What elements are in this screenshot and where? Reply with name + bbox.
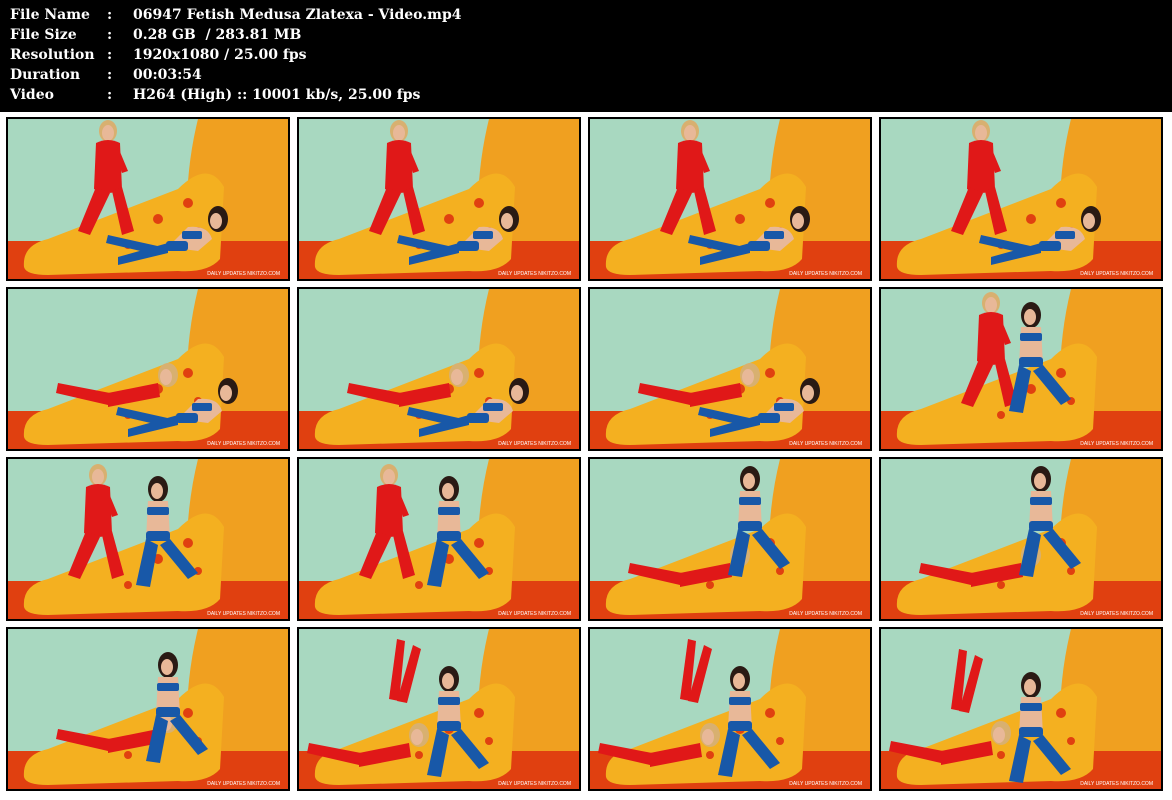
info-row-video: Video : H264 (High) :: 10001 kb/s, 25.00… (10, 85, 420, 105)
file-size-value: 0.28 GB / 283.81 MB (133, 27, 302, 43)
watermark-text: DAILY UPDATES NIKITZO.COM (498, 441, 571, 447)
video-frame-thumbnail: DAILY UPDATES NIKITZO.COM (297, 287, 581, 451)
thumbnail-scene: DAILY UPDATES NIKITZO.COM (8, 459, 288, 619)
video-frame-thumbnail: DAILY UPDATES NIKITZO.COM (879, 117, 1163, 281)
watermark-text: DAILY UPDATES NIKITZO.COM (207, 441, 280, 447)
thumbnail-image: DAILY UPDATES NIKITZO.COM (881, 629, 1161, 789)
info-row-resolution: Resolution : 1920x1080 / 25.00 fps (10, 45, 307, 65)
info-row-file-size: File Size : 0.28 GB / 283.81 MB (10, 25, 301, 45)
video-frame-thumbnail: DAILY UPDATES NIKITZO.COM (297, 457, 581, 621)
watermark-text: DAILY UPDATES NIKITZO.COM (1080, 271, 1153, 277)
thumbnail-scene: DAILY UPDATES NIKITZO.COM (590, 459, 870, 619)
thumbnail-scene: DAILY UPDATES NIKITZO.COM (8, 629, 288, 789)
thumbnail-scene: DAILY UPDATES NIKITZO.COM (299, 629, 579, 789)
thumbnail-image: DAILY UPDATES NIKITZO.COM (590, 629, 870, 789)
watermark-text: DAILY UPDATES NIKITZO.COM (789, 271, 862, 277)
thumbnail-image: DAILY UPDATES NIKITZO.COM (299, 289, 579, 449)
video-frame-thumbnail: DAILY UPDATES NIKITZO.COM (588, 627, 872, 791)
thumbnail-image: DAILY UPDATES NIKITZO.COM (881, 119, 1161, 279)
video-frame-thumbnail: DAILY UPDATES NIKITZO.COM (879, 287, 1163, 451)
file-size-label: File Size (10, 27, 77, 43)
thumbnail-scene: DAILY UPDATES NIKITZO.COM (881, 119, 1161, 279)
thumbnail-scene: DAILY UPDATES NIKITZO.COM (590, 289, 870, 449)
video-frame-thumbnail: DAILY UPDATES NIKITZO.COM (588, 287, 872, 451)
watermark-text: DAILY UPDATES NIKITZO.COM (1080, 441, 1153, 447)
video-frame-thumbnail: DAILY UPDATES NIKITZO.COM (297, 117, 581, 281)
thumbnail-image: DAILY UPDATES NIKITZO.COM (299, 119, 579, 279)
video-frame-thumbnail: DAILY UPDATES NIKITZO.COM (588, 457, 872, 621)
thumbnail-scene: DAILY UPDATES NIKITZO.COM (881, 289, 1161, 449)
video-value: H264 (High) :: 10001 kb/s, 25.00 fps (133, 87, 421, 103)
resolution-label: Resolution (10, 47, 95, 63)
watermark-text: DAILY UPDATES NIKITZO.COM (789, 441, 862, 447)
thumbnail-image: DAILY UPDATES NIKITZO.COM (299, 459, 579, 619)
video-frame-thumbnail: DAILY UPDATES NIKITZO.COM (297, 627, 581, 791)
separator: : (107, 67, 113, 83)
watermark-text: DAILY UPDATES NIKITZO.COM (1080, 781, 1153, 787)
thumbnail-scene: DAILY UPDATES NIKITZO.COM (590, 119, 870, 279)
thumbnail-image: DAILY UPDATES NIKITZO.COM (8, 459, 288, 619)
video-label: Video (10, 87, 54, 103)
separator: : (107, 87, 113, 103)
thumbnail-image: DAILY UPDATES NIKITZO.COM (299, 629, 579, 789)
thumbnail-image: DAILY UPDATES NIKITZO.COM (590, 459, 870, 619)
video-frame-thumbnail: DAILY UPDATES NIKITZO.COM (588, 117, 872, 281)
file-name-value: 06947 Fetish Medusa Zlatexa - Video.mp4 (133, 7, 462, 23)
thumbnail-scene: DAILY UPDATES NIKITZO.COM (881, 459, 1161, 619)
watermark-text: DAILY UPDATES NIKITZO.COM (207, 271, 280, 277)
video-frame-thumbnail: DAILY UPDATES NIKITZO.COM (6, 627, 290, 791)
thumbnail-scene: DAILY UPDATES NIKITZO.COM (299, 289, 579, 449)
thumbnail-scene: DAILY UPDATES NIKITZO.COM (881, 629, 1161, 789)
watermark-text: DAILY UPDATES NIKITZO.COM (1080, 611, 1153, 617)
video-frame-thumbnail: DAILY UPDATES NIKITZO.COM (6, 117, 290, 281)
resolution-value: 1920x1080 / 25.00 fps (133, 47, 307, 63)
thumbnail-image: DAILY UPDATES NIKITZO.COM (8, 119, 288, 279)
separator: : (107, 47, 113, 63)
thumbnail-scene: DAILY UPDATES NIKITZO.COM (590, 629, 870, 789)
file-name-label: File Name (10, 7, 90, 23)
info-row-file-name: File Name : 06947 Fetish Medusa Zlatexa … (10, 5, 461, 25)
thumbnail-image: DAILY UPDATES NIKITZO.COM (8, 629, 288, 789)
thumbnail-scene: DAILY UPDATES NIKITZO.COM (299, 119, 579, 279)
separator: : (107, 7, 113, 23)
thumbnail-image: DAILY UPDATES NIKITZO.COM (881, 459, 1161, 619)
video-frame-thumbnail: DAILY UPDATES NIKITZO.COM (6, 287, 290, 451)
video-frame-thumbnail: DAILY UPDATES NIKITZO.COM (879, 457, 1163, 621)
file-info-header: File Name : 06947 Fetish Medusa Zlatexa … (0, 0, 1172, 112)
watermark-text: DAILY UPDATES NIKITZO.COM (498, 781, 571, 787)
thumbnail-image: DAILY UPDATES NIKITZO.COM (881, 289, 1161, 449)
watermark-text: DAILY UPDATES NIKITZO.COM (207, 781, 280, 787)
video-frame-thumbnail: DAILY UPDATES NIKITZO.COM (6, 457, 290, 621)
duration-value: 00:03:54 (133, 67, 202, 83)
watermark-text: DAILY UPDATES NIKITZO.COM (498, 271, 571, 277)
duration-label: Duration (10, 67, 81, 83)
thumbnail-scene: DAILY UPDATES NIKITZO.COM (8, 119, 288, 279)
thumbnail-scene: DAILY UPDATES NIKITZO.COM (299, 459, 579, 619)
info-row-duration: Duration : 00:03:54 (10, 65, 202, 85)
thumbnail-image: DAILY UPDATES NIKITZO.COM (590, 119, 870, 279)
thumbnail-grid: DAILY UPDATES NIKITZO.COM DAILY UPDATES N… (0, 112, 1172, 800)
thumbnail-image: DAILY UPDATES NIKITZO.COM (8, 289, 288, 449)
watermark-text: DAILY UPDATES NIKITZO.COM (207, 611, 280, 617)
watermark-text: DAILY UPDATES NIKITZO.COM (498, 611, 571, 617)
watermark-text: DAILY UPDATES NIKITZO.COM (789, 781, 862, 787)
video-frame-thumbnail: DAILY UPDATES NIKITZO.COM (879, 627, 1163, 791)
watermark-text: DAILY UPDATES NIKITZO.COM (789, 611, 862, 617)
thumbnail-image: DAILY UPDATES NIKITZO.COM (590, 289, 870, 449)
thumbnail-scene: DAILY UPDATES NIKITZO.COM (8, 289, 288, 449)
separator: : (107, 27, 113, 43)
